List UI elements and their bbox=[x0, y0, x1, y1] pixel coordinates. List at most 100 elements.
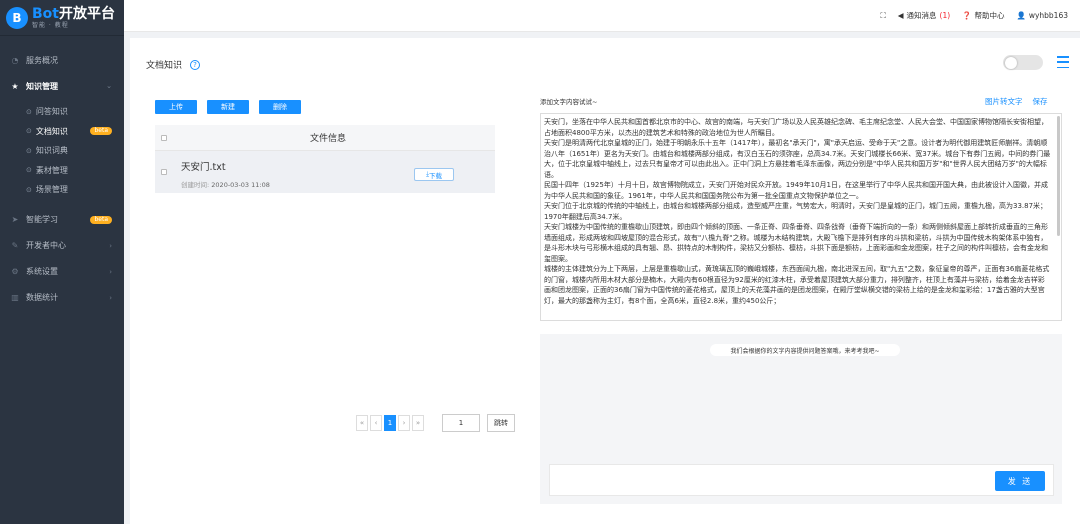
column-header-file-info: 文件信息 bbox=[309, 134, 346, 144]
next-page-button[interactable]: › bbox=[398, 415, 410, 431]
circle-icon: ⊙ bbox=[26, 166, 32, 175]
speaker-icon: ◀ bbox=[897, 11, 904, 20]
sidebar-item-label: 数据统计 bbox=[26, 293, 58, 302]
sidebar-item-document-knowledge[interactable]: ⊙ 文档知识 beta bbox=[0, 122, 124, 142]
chevron-right-icon: › bbox=[109, 241, 112, 250]
sidebar-item-label: 服务概况 bbox=[26, 55, 58, 65]
sidebar-item-material-management[interactable]: ⊙ 素材管理 bbox=[0, 161, 124, 181]
help-center-label: 帮助中心 bbox=[974, 11, 1005, 20]
text-paragraph: 城楼的主体建筑分为上下两层，上层是重檐歇山式，黄琉璃瓦顶的巍峨城楼，东西面阔九楹… bbox=[544, 265, 1050, 305]
sidebar-item-qa-knowledge[interactable]: ⊙ 问答知识 bbox=[0, 102, 124, 122]
last-page-button[interactable]: » bbox=[412, 415, 424, 431]
bot-message: 我们会根据你的文字内容提供问题答案哦，来考考我吧~ bbox=[710, 344, 900, 356]
editor-label: 添加文字内容试试~ bbox=[540, 98, 598, 106]
paper-plane-icon: ➤ bbox=[11, 215, 19, 224]
notification-label: 通知消息 bbox=[906, 11, 937, 20]
sidebar-item-label: 文档知识 bbox=[35, 126, 68, 136]
created-time-value: 2020-03-03 11:08 bbox=[211, 181, 270, 189]
chevron-down-icon: ⌄ bbox=[106, 82, 112, 90]
wrench-icon: ✎ bbox=[11, 241, 19, 250]
page-jump-button[interactable]: 跳转 bbox=[487, 414, 515, 432]
bot-logo-icon: B bbox=[6, 6, 28, 29]
top-header: ⛶ ◀ 通知消息 (1) ❓ 帮助中心 👤 wyhbb163 bbox=[124, 0, 1080, 32]
beta-badge: beta bbox=[90, 215, 112, 224]
text-paragraph: 民国十四年（1925年）十月十日，故宫博物院成立，天安门开始对民众开放。1949… bbox=[544, 181, 1048, 200]
sidebar-item-label: 场景管理 bbox=[35, 185, 68, 195]
logo[interactable]: B Bot开放平台 智能 · 教程 bbox=[0, 0, 124, 36]
circle-icon: ⊙ bbox=[26, 127, 32, 136]
page-title: 文档知识 bbox=[146, 61, 183, 71]
chevron-right-icon: › bbox=[109, 293, 112, 302]
username: wyhbb163 bbox=[1028, 11, 1068, 20]
prev-page-button[interactable]: ‹ bbox=[370, 415, 382, 431]
main-card: 文档知识 ? 上传 新建 删除 文件信息 天安门.txt 创建时间: 2020-… bbox=[130, 38, 1080, 524]
gear-icon: ⚙ bbox=[11, 267, 19, 276]
user-menu[interactable]: 👤 wyhbb163 bbox=[1016, 11, 1068, 20]
page-title-wrap: 文档知识 ? bbox=[146, 58, 201, 71]
text-paragraph: 天安门位于北京城的传统的中轴线上，由城台和城楼两部分组成，造型威严庄重，气势宏大… bbox=[544, 202, 1048, 221]
text-paragraph: 天安门，坐落在中华人民共和国首都北京市的中心、故宫的南端，与天安门广场以及人民英… bbox=[544, 118, 1048, 137]
file-table: 文件信息 天安门.txt 创建时间: 2020-03-03 11:08 ⤓ 下载 bbox=[155, 125, 495, 193]
notification-button[interactable]: ◀ 通知消息 (1) bbox=[898, 10, 950, 21]
sidebar-item-developer-center[interactable]: ✎ 开发者中心 › bbox=[0, 236, 124, 256]
sidebar-item-service-overview[interactable]: ◔ 服务概况 bbox=[0, 50, 124, 70]
send-button[interactable]: 发 送 bbox=[995, 471, 1045, 491]
table-header: 文件信息 bbox=[155, 125, 495, 151]
chat-panel: 我们会根据你的文字内容提供问题答案哦，来考考我吧~ 发 送 bbox=[540, 334, 1062, 504]
fullscreen-button[interactable]: ⛶ bbox=[880, 11, 885, 21]
dashboard-icon: ◔ bbox=[11, 55, 19, 65]
download-button[interactable]: ⤓ 下载 bbox=[414, 168, 454, 181]
sidebar-item-system-settings[interactable]: ⚙ 系统设置 › bbox=[0, 262, 124, 282]
save-link[interactable]: 保存 bbox=[1033, 96, 1048, 107]
sidebar: B Bot开放平台 智能 · 教程 ◔ 服务概况 ★ 知识管理 ⌄ ⊙ 问答知识… bbox=[0, 0, 124, 524]
text-area-scrollbar[interactable] bbox=[1057, 116, 1060, 236]
delete-button[interactable]: 删除 bbox=[259, 100, 301, 114]
sidebar-item-scene-management[interactable]: ⊙ 场景管理 bbox=[0, 180, 124, 200]
file-created-time: 创建时间: 2020-03-03 11:08 bbox=[181, 179, 270, 189]
created-time-label: 创建时间: bbox=[181, 181, 210, 189]
list-menu-icon[interactable] bbox=[1057, 56, 1069, 68]
editor-actions: 图片转文字 保存 bbox=[985, 96, 1048, 107]
sidebar-item-label: 问答知识 bbox=[35, 107, 68, 117]
circle-icon: ⊙ bbox=[26, 107, 32, 116]
sidebar-item-statistics[interactable]: ▥ 数据统计 › bbox=[0, 288, 124, 308]
sidebar-item-knowledge-management[interactable]: ★ 知识管理 ⌄ bbox=[0, 76, 124, 96]
circle-icon: ⊙ bbox=[26, 185, 32, 194]
table-row[interactable]: 天安门.txt 创建时间: 2020-03-03 11:08 ⤓ 下载 bbox=[155, 151, 495, 193]
page-number-button[interactable]: 1 bbox=[384, 415, 396, 431]
file-toolbar: 上传 新建 删除 bbox=[155, 100, 301, 114]
chat-input[interactable]: 发 送 bbox=[549, 464, 1054, 496]
sidebar-item-label: 知识词典 bbox=[35, 146, 68, 156]
sidebar-item-label: 智能学习 bbox=[26, 215, 58, 224]
upload-button[interactable]: 上传 bbox=[155, 100, 197, 114]
user-icon: 👤 bbox=[1016, 11, 1026, 20]
pagination: « ‹ 1 › » 1 跳转 bbox=[356, 414, 515, 432]
sidebar-item-label: 系统设置 bbox=[26, 267, 58, 276]
mode-toggle[interactable] bbox=[1003, 55, 1043, 70]
sidebar-item-label: 素材管理 bbox=[35, 165, 68, 175]
circle-icon: ⊙ bbox=[26, 146, 32, 155]
sidebar-item-label: 知识管理 bbox=[26, 81, 58, 91]
text-paragraph: 天安门是明清两代北京皇城的正门，始建于明朝永乐十五年（1417年），最初名"承天… bbox=[544, 139, 1051, 179]
logo-title: 开放平台 bbox=[58, 5, 115, 22]
create-button[interactable]: 新建 bbox=[207, 100, 249, 114]
first-page-button[interactable]: « bbox=[356, 415, 368, 431]
page-jump-input[interactable]: 1 bbox=[442, 414, 480, 432]
beta-badge: beta bbox=[90, 127, 112, 136]
toggle-knob bbox=[1005, 56, 1017, 69]
help-icon[interactable]: ? bbox=[190, 59, 201, 70]
star-icon: ★ bbox=[11, 81, 19, 91]
document-text-area[interactable]: 天安门，坐落在中华人民共和国首都北京市的中心、故宫的南端，与天安门广场以及人民英… bbox=[540, 113, 1062, 321]
row-checkbox[interactable] bbox=[161, 169, 167, 175]
help-center-button[interactable]: ❓ 帮助中心 bbox=[962, 10, 1004, 21]
sidebar-item-knowledge-dictionary[interactable]: ⊙ 知识词典 bbox=[0, 141, 124, 161]
bar-chart-icon: ▥ bbox=[11, 293, 19, 302]
sidebar-item-label: 开发者中心 bbox=[26, 241, 66, 250]
image-to-text-link[interactable]: 图片转文字 bbox=[985, 96, 1023, 107]
notification-count: (1) bbox=[939, 11, 951, 20]
help-circle-icon: ❓ bbox=[962, 11, 972, 20]
sidebar-item-smart-learning[interactable]: ➤ 智能学习 beta bbox=[0, 210, 124, 230]
file-name[interactable]: 天安门.txt bbox=[181, 159, 226, 173]
logo-brand: Bot bbox=[32, 5, 59, 22]
logo-subtitle: 智能 · 教程 bbox=[32, 21, 69, 29]
